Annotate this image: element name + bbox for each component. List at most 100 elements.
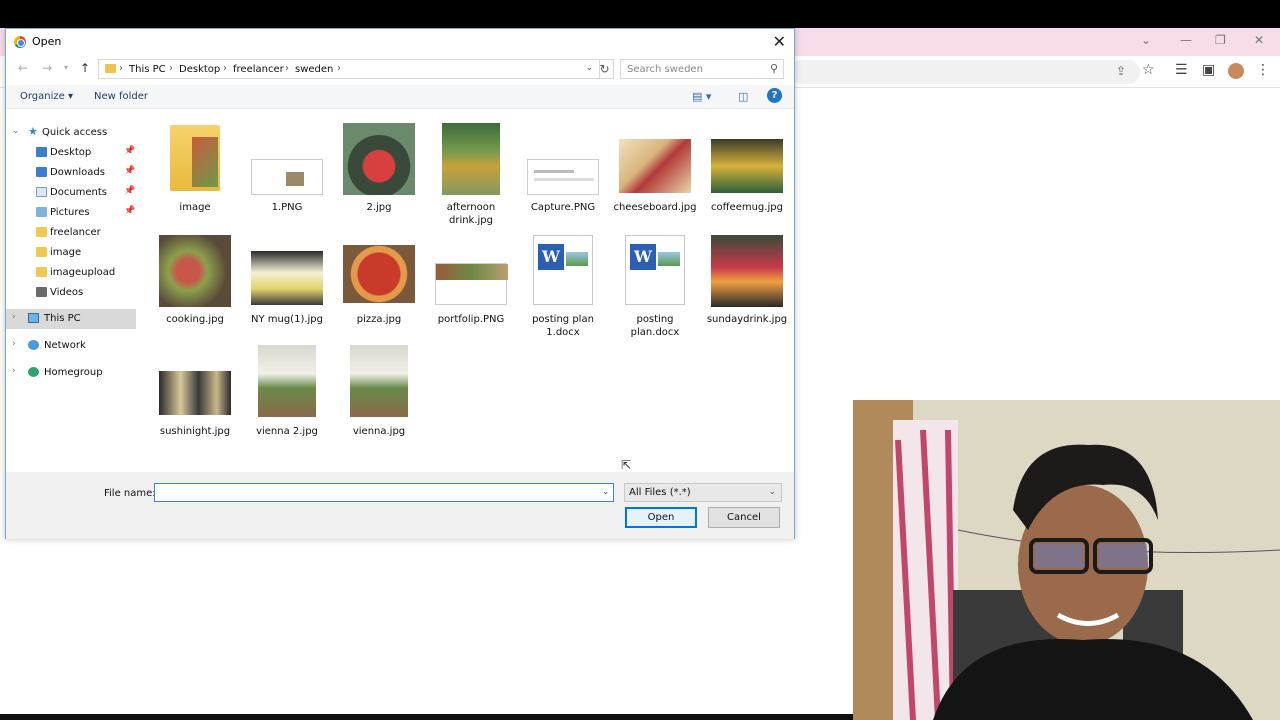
profile-avatar[interactable]	[1228, 63, 1244, 79]
organize-button[interactable]: Organize ▾	[20, 91, 73, 102]
menu-kebab-icon[interactable]: ⋮	[1256, 62, 1270, 78]
view-options-icon[interactable]: ▤ ▾	[692, 90, 711, 103]
tab-search-icon[interactable]: ⌄	[1141, 33, 1151, 47]
new-folder-button[interactable]: New folder	[94, 91, 148, 102]
expand-chevron-icon[interactable]: ›	[12, 366, 16, 376]
file-item[interactable]: vienna 2.jpg	[243, 341, 331, 451]
address-dropdown-icon[interactable]: ⌄	[585, 63, 593, 73]
close-icon[interactable]: ✕	[773, 32, 786, 51]
sidebar-item-quick-access[interactable]: ⌄ ★ Quick access	[6, 123, 136, 143]
sidebar-item-homegroup[interactable]: › Homegroup	[6, 363, 136, 383]
search-icon: ⚲	[769, 62, 778, 75]
photo-thumbnail	[711, 139, 783, 193]
breadcrumb[interactable]: › This PC › Desktop › freelancer › swede…	[98, 59, 600, 79]
breadcrumb-sweden[interactable]: sweden	[295, 64, 333, 75]
minimize-button[interactable]: —	[1180, 33, 1192, 47]
open-button[interactable]: Open	[625, 507, 697, 528]
folder-thumbnail	[170, 125, 220, 191]
sidebar-item-label: image	[50, 247, 82, 258]
reading-list-icon[interactable]: ☰	[1175, 62, 1188, 78]
dialog-title: Open	[32, 35, 62, 48]
file-item[interactable]: afternoon drink.jpg	[427, 117, 515, 227]
file-type-select[interactable]: All Files (*.*) ⌄	[624, 483, 782, 502]
sidebar-item-desktop[interactable]: Desktop 📌	[6, 143, 136, 163]
side-panel-icon[interactable]: ▣	[1202, 62, 1215, 78]
chrome-icon	[14, 36, 26, 48]
address-bar[interactable]: ⇪	[790, 60, 1140, 84]
file-item[interactable]: cooking.jpg	[151, 229, 239, 339]
file-item[interactable]: W posting plan.docx	[611, 229, 699, 339]
folder-icon	[36, 247, 47, 257]
recent-locations-chevron-icon[interactable]: ▾	[64, 63, 68, 72]
file-item[interactable]: portfolip.PNG	[427, 229, 515, 339]
expand-chevron-icon[interactable]: ›	[12, 339, 16, 349]
screenshot-thumbnail	[527, 159, 599, 195]
up-arrow-icon[interactable]: ↑	[80, 61, 90, 75]
folder-icon	[36, 227, 47, 237]
file-item[interactable]: sushinight.jpg	[151, 341, 239, 451]
sidebar-item-pictures[interactable]: Pictures 📌	[6, 203, 136, 223]
sidebar-item-label: Homegroup	[44, 367, 103, 378]
file-name-dropdown-icon[interactable]: ⌄	[602, 487, 610, 497]
sidebar-item-downloads[interactable]: Downloads 📌	[6, 163, 136, 183]
expand-chevron-icon[interactable]: ›	[12, 312, 16, 322]
sidebar-item-label: Downloads	[50, 167, 105, 178]
photo-thumbnail	[711, 235, 783, 307]
open-file-dialog: Open ✕ ← → ▾ ↑ › This PC › Desktop › fre…	[5, 28, 795, 539]
pictures-folder-icon	[36, 207, 47, 217]
sidebar-item-freelancer[interactable]: freelancer	[6, 223, 136, 243]
help-icon[interactable]: ?	[767, 88, 782, 103]
sidebar-item-imageupload[interactable]: imageupload	[6, 263, 136, 283]
file-name: image	[179, 202, 211, 213]
refresh-icon[interactable]: ↻	[596, 59, 614, 79]
sidebar-item-videos[interactable]: Videos	[6, 283, 136, 303]
file-item[interactable]: sundaydrink.jpg	[703, 229, 791, 339]
sidebar-item-label: This PC	[44, 313, 81, 324]
photo-thumbnail	[159, 371, 231, 415]
photo-thumbnail	[343, 123, 415, 195]
photo-thumbnail	[343, 245, 415, 303]
file-item[interactable]: pizza.jpg	[335, 229, 423, 339]
forward-arrow-icon[interactable]: →	[42, 61, 52, 75]
file-item[interactable]: image	[151, 117, 239, 227]
file-name-input[interactable]	[154, 483, 614, 502]
file-item[interactable]: 2.jpg	[335, 117, 423, 227]
file-item[interactable]: Capture.PNG	[519, 117, 607, 227]
file-name: sushinight.jpg	[159, 426, 231, 437]
sidebar-item-image[interactable]: image	[6, 243, 136, 263]
preview-pane-icon[interactable]: ◫	[738, 90, 748, 103]
file-item[interactable]: cheeseboard.jpg	[611, 117, 699, 227]
file-name: 2.jpg	[366, 202, 392, 213]
search-input[interactable]: Search sweden ⚲	[620, 59, 784, 79]
breadcrumb-freelancer[interactable]: freelancer	[233, 64, 284, 75]
breadcrumb-desktop[interactable]: Desktop	[179, 64, 220, 75]
breadcrumb-this-pc[interactable]: This PC	[129, 64, 166, 75]
browser-close-button[interactable]: ✕	[1254, 33, 1264, 47]
file-name: pizza.jpg	[356, 314, 402, 325]
file-name-label: File name:	[104, 488, 156, 499]
word-document-icon: W	[533, 235, 593, 305]
breadcrumb-separator: ›	[119, 63, 123, 74]
restore-button[interactable]: ❐	[1215, 33, 1226, 47]
star-icon: ★	[28, 125, 38, 138]
folder-icon	[36, 267, 47, 277]
file-item[interactable]: 1.PNG	[243, 117, 331, 227]
sidebar-item-this-pc[interactable]: › This PC	[6, 309, 136, 329]
collapse-chevron-icon[interactable]: ⌄	[12, 126, 20, 136]
file-name: cheeseboard.jpg	[613, 202, 697, 213]
cancel-button[interactable]: Cancel	[708, 507, 780, 528]
sidebar-item-label: Documents	[50, 187, 108, 198]
file-item[interactable]: vienna.jpg	[335, 341, 423, 451]
sidebar-item-documents[interactable]: Documents 📌	[6, 183, 136, 203]
file-item[interactable]: NY mug(1).jpg	[243, 229, 331, 339]
screenshot-thumbnail	[251, 159, 323, 195]
share-icon[interactable]: ⇪	[1116, 64, 1126, 78]
address-row: ← → ▾ ↑ › This PC › Desktop › freelancer…	[6, 57, 794, 81]
bookmark-star-icon[interactable]: ☆	[1142, 62, 1155, 78]
sidebar-item-network[interactable]: › Network	[6, 336, 136, 356]
file-item[interactable]: coffeemug.jpg	[703, 117, 791, 227]
back-arrow-icon[interactable]: ←	[18, 61, 28, 75]
file-item[interactable]: W posting plan 1.docx	[519, 229, 607, 339]
navigation-pane: ⌄ ★ Quick access Desktop 📌 Downloads 📌 D…	[6, 121, 138, 471]
webcam-overlay	[853, 400, 1280, 720]
